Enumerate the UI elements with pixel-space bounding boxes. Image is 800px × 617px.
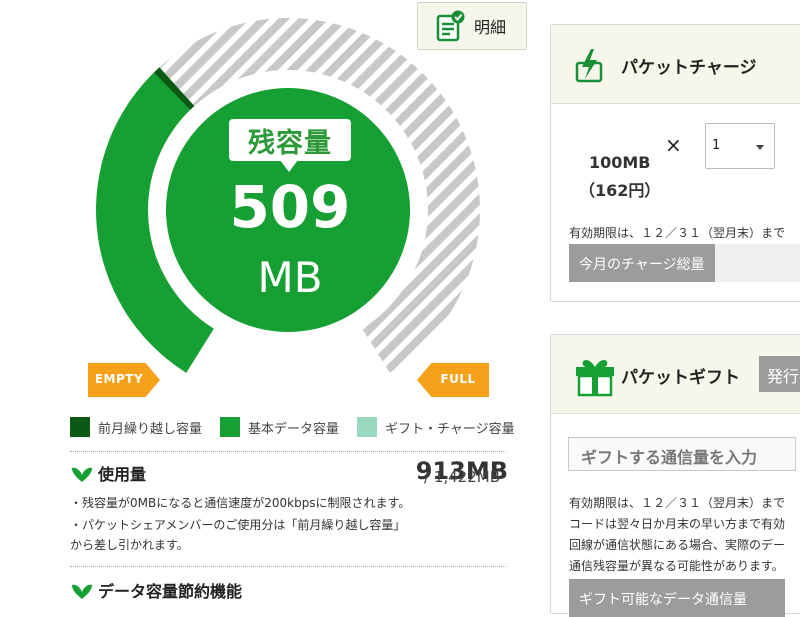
gift-amount-input[interactable]: ギフトする通信量を入力 — [568, 437, 796, 471]
usage-heading: 使用量 — [70, 461, 146, 485]
packet-charge-title: パケットチャージ — [621, 58, 757, 78]
charge-quantity-value: 1 — [712, 138, 721, 153]
gift-note-line: 通信残容量が異なる可能性があります。 — [569, 559, 784, 573]
leaf-bullet-icon — [72, 467, 92, 482]
packet-gift-title: パケットギフト — [621, 368, 740, 388]
remaining-value: 509 — [229, 173, 351, 241]
lightning-charge-icon — [575, 49, 603, 83]
gift-expiry-text: 有効期限は、１２／３１（翌月末）まで — [569, 496, 786, 510]
remaining-unit: MB — [257, 253, 323, 302]
remaining-title: 残容量 — [248, 127, 332, 159]
legend-label: 前月繰り越し容量 — [98, 421, 203, 437]
legend-item-gift-charge: ギフト・チャージ容量 — [357, 417, 515, 437]
legend-swatch-basic — [220, 417, 241, 437]
legend-swatch-carryover — [70, 417, 90, 437]
full-tag: FULL — [417, 363, 489, 397]
remaining-title-pointer — [280, 160, 298, 172]
usage-total: / 1,422MB — [424, 468, 500, 486]
usage-note-2b: から差し引かれます。 — [70, 538, 189, 552]
gift-note-line: コードは翌々日か月末の早い方まで有効 — [569, 517, 786, 531]
charge-quantity-select[interactable]: 1 — [705, 123, 775, 169]
empty-tag: EMPTY — [88, 363, 160, 397]
charge-price: （162円） — [579, 181, 661, 200]
saving-title: データ容量節約機能 — [98, 582, 243, 601]
chevron-down-icon — [756, 145, 764, 150]
packet-charge-header: パケットチャージ — [551, 25, 800, 104]
usage-note-2a: ・パケットシェアメンバーのご使用分は「前月繰り越し容量」 — [70, 518, 406, 532]
leaf-bullet-icon — [72, 584, 92, 599]
divider — [70, 451, 506, 452]
gift-note-line: 回線が通信状態にある場合、実際のデー — [569, 538, 786, 552]
legend-item-carryover: 前月繰り越し容量 — [70, 417, 202, 437]
divider — [70, 566, 506, 567]
remaining-title-box: 残容量 — [229, 119, 351, 161]
usage-title: 使用量 — [98, 465, 147, 484]
charge-total-value-field — [715, 244, 800, 282]
charge-size: 100MB — [588, 153, 651, 172]
gift-box-icon — [576, 360, 614, 397]
legend-label: ギフト・チャージ容量 — [385, 421, 515, 437]
gift-available-label: ギフト可能なデータ通信量 — [569, 579, 785, 617]
legend-item-basic: 基本データ容量 — [220, 417, 339, 437]
charge-option: 100MB （162円） — [579, 149, 660, 205]
multiply-sign: × — [665, 133, 682, 157]
issue-button[interactable]: 発行 — [759, 356, 800, 392]
charge-expiry-text: 有効期限は、１２／３１（翌月末）まで — [569, 226, 786, 240]
saving-heading: データ容量節約機能 — [70, 578, 242, 602]
charge-total-label: 今月のチャージ総量 — [569, 244, 715, 282]
legend-label: 基本データ容量 — [248, 421, 340, 437]
usage-note-1: ・残容量が0MBになると通信速度が200kbpsに制限されます。 — [70, 496, 411, 510]
legend-swatch-gift-charge — [357, 417, 378, 437]
gauge-legend: 前月繰り越し容量 基本データ容量 ギフト・チャージ容量 — [70, 417, 533, 437]
